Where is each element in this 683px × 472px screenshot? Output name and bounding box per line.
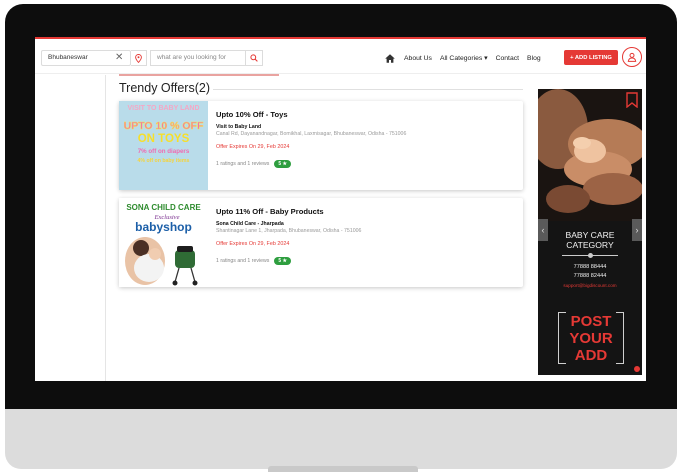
offer-merchant[interactable]: Sona Child Care - Jharpada [216,221,517,227]
post-ad-line: POST [570,313,612,330]
post-ad-line: YOUR [569,330,613,347]
location-value: Bhubaneswar [48,54,88,61]
image-line: SONA CHILD CARE [126,203,201,212]
search-icon [250,54,258,62]
offer-image[interactable]: SONA CHILD CARE Exclusive babyshop [119,198,208,287]
user-icon[interactable] [622,47,642,67]
post-your-add[interactable]: POST YOUR ADD [558,310,624,366]
map-pin-icon[interactable] [131,50,147,66]
ad-corner-dot [634,366,640,372]
screen: Bhubaneswar ✕ what are you looking for A… [35,37,646,381]
ad-next-arrow[interactable]: › [632,219,642,241]
ad-email: support@bigdiscount.com [563,283,617,288]
section-title: Trendy Offers(2) [119,81,210,95]
bookmark-icon[interactable] [626,92,638,108]
offer-details: Upto 11% Off - Baby Products Sona Child … [216,207,517,265]
ad-heading-line: BABY CARE [565,230,615,240]
image-line: UPTO 10 % OFF [124,120,204,132]
rating-badge: 5 ★ [274,160,292,168]
ad-banner[interactable]: ‹ › BABY CARE CATEGORY 77888 88444 77888… [538,89,642,375]
ad-prev-arrow[interactable]: ‹ [538,219,548,241]
nav-all-categories[interactable]: All Categories ▾ [440,54,488,62]
offer-title[interactable]: Upto 10% Off - Toys [216,110,517,119]
sidebar-divider [105,75,106,381]
offer-image[interactable]: VISIT TO BABY LAND UPTO 10 % OFF ON TOYS… [119,101,208,190]
offer-address: Shantinagar Lane 1, Jharpada, Bhubaneswa… [216,228,362,234]
ad-heading-line: CATEGORY [566,240,614,250]
main-nav: About Us All Categories ▾ Contact Blog [385,51,549,65]
image-line: VISIT TO BABY LAND [127,105,199,112]
image-line: 7% off on diapers [138,148,190,155]
add-listing-button[interactable]: + ADD LISTING [564,50,618,65]
ratings-text: 1 ratings and 1 reviews [216,258,270,264]
monitor-chin [5,409,677,469]
nav-about-us[interactable]: About Us [404,55,432,62]
offer-expiry: Offer Expires On 29, Feb 2024 [216,241,290,247]
image-line: babyshop [135,220,192,234]
post-ad-line: ADD [574,347,608,364]
ad-divider-dot [588,253,593,258]
image-line: 4% off on baby items [138,158,190,164]
search-input[interactable]: what are you looking for [150,50,246,66]
ad-phone: 77888 82444 [573,273,607,279]
offer-expiry: Offer Expires On 29, Feb 2024 [216,144,290,150]
offer-card[interactable]: VISIT TO BABY LAND UPTO 10 % OFF ON TOYS… [119,101,523,190]
offer-merchant[interactable]: Visit to Baby Land [216,124,517,130]
ad-photo [538,89,642,221]
ad-heading: BABY CARE CATEGORY [548,230,632,250]
ad-phone: 77888 88444 [573,264,607,270]
tab-underline [119,74,279,76]
nav-blog[interactable]: Blog [527,55,541,62]
rating-badge: 5 ★ [274,257,292,265]
offer-title[interactable]: Upto 11% Off - Baby Products [216,207,517,216]
clear-location-icon[interactable]: ✕ [115,51,123,65]
offer-ratings: 1 ratings and 1 reviews 5 ★ [216,257,517,265]
nav-contact[interactable]: Contact [496,55,519,62]
ratings-text: 1 ratings and 1 reviews [216,161,270,167]
site-header: Bhubaneswar ✕ what are you looking for A… [35,37,646,74]
title-divider [213,89,523,90]
offer-details: Upto 10% Off - Toys Visit to Baby Land C… [216,110,517,168]
search-placeholder: what are you looking for [157,54,227,61]
search-button[interactable] [246,50,263,66]
offer-address: Canal Rd, Dayanandnagar, Bomikhal, Laxmi… [216,131,407,137]
home-icon[interactable] [385,53,395,63]
monitor-stand [268,466,418,472]
offer-card[interactable]: SONA CHILD CARE Exclusive babyshop Upto … [119,198,523,287]
image-line: ON TOYS [138,133,190,145]
offer-ratings: 1 ratings and 1 reviews 5 ★ [216,160,517,168]
